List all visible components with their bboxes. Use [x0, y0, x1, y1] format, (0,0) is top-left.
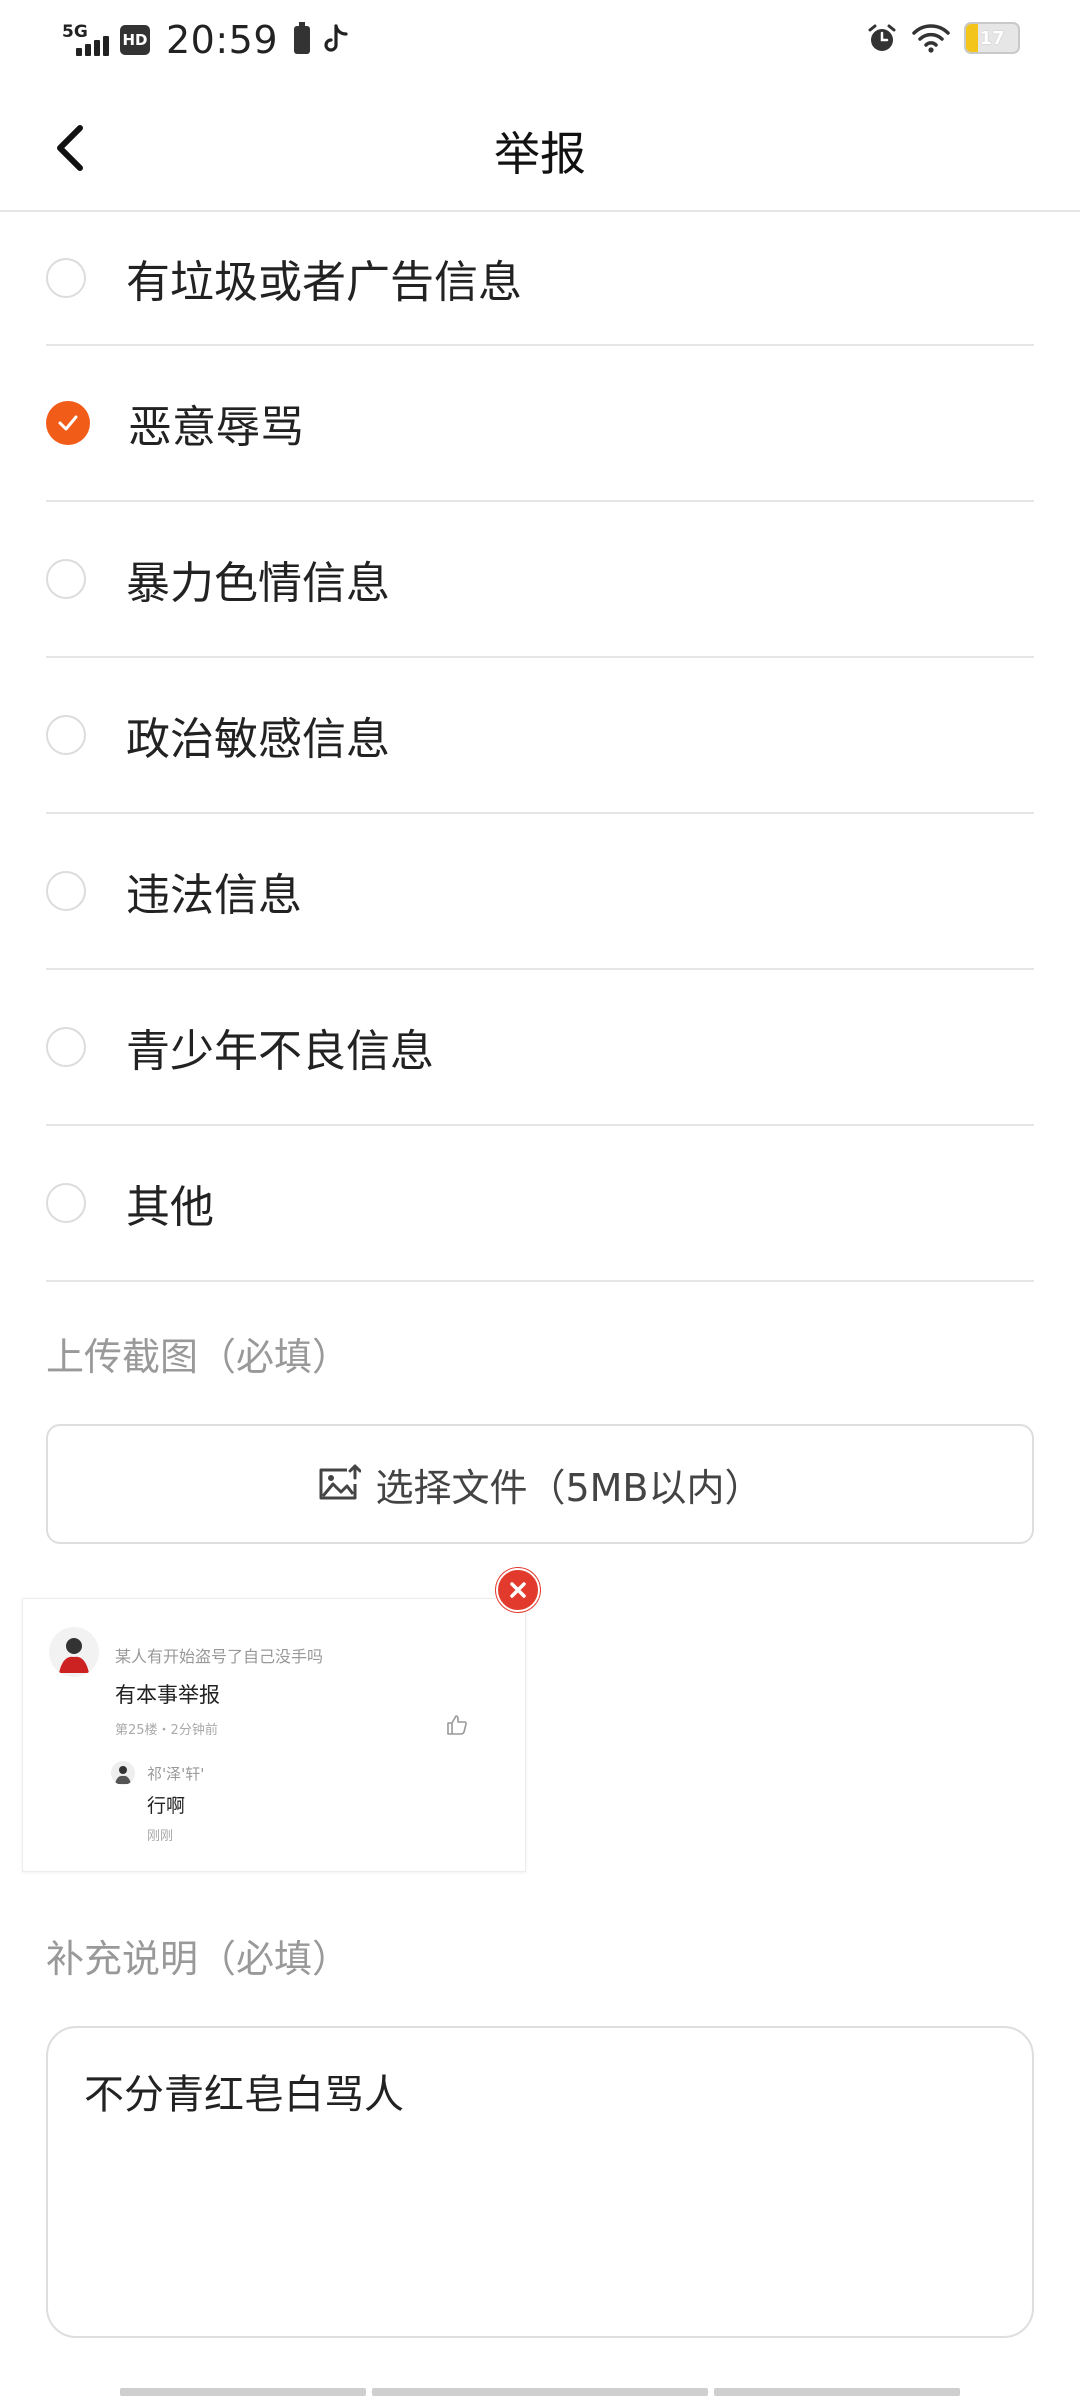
status-bar: 5G HD 20:59 17	[0, 0, 1080, 80]
choose-file-label: 选择文件（5MB以内）	[375, 1465, 763, 1510]
battery-saver-icon	[294, 22, 311, 54]
hd-icon: HD	[120, 25, 150, 55]
reply-user: 祁'泽'轩'	[147, 1765, 205, 1783]
option-minor-harm[interactable]: 青少年不良信息	[46, 970, 1034, 1126]
radio-button[interactable]	[46, 715, 86, 755]
bottom-scroll-indicator	[120, 2388, 960, 2396]
radio-button[interactable]	[46, 871, 86, 911]
radio-button[interactable]	[46, 559, 86, 599]
option-label: 恶意辱骂	[128, 402, 304, 453]
comment-text: 有本事举报	[115, 1683, 220, 1707]
page-title: 举报	[494, 127, 586, 181]
option-label: 有垃圾或者广告信息	[126, 257, 522, 308]
reply-text: 行啊	[147, 1795, 186, 1817]
alarm-icon	[868, 24, 896, 51]
description-input[interactable]: 不分青红皂白骂人	[46, 2026, 1034, 2338]
option-other[interactable]: 其他	[46, 1126, 1034, 1282]
report-reason-list: 有垃圾或者广告信息 恶意辱骂 暴力色情信息 政治敏感信息 违法信息 青少年不良信…	[46, 212, 1034, 1282]
option-label: 政治敏感信息	[126, 714, 390, 765]
radio-button[interactable]	[46, 1027, 86, 1067]
battery-icon: 17	[964, 22, 1020, 54]
upload-section-label: 上传截图（必填）	[46, 1335, 351, 1379]
choose-file-button[interactable]: 选择文件（5MB以内）	[46, 1424, 1034, 1544]
option-label: 违法信息	[126, 870, 302, 921]
uploaded-screenshot[interactable]: 某人有开始盗号了自己没手吗 有本事举报 第25楼・2分钟前 祁'泽'轩' 行啊 …	[22, 1598, 526, 1872]
reply-avatar	[111, 1761, 135, 1785]
tiktok-icon	[324, 24, 348, 52]
status-time: 20:59	[166, 18, 279, 62]
reply-time: 刚刚	[147, 1829, 174, 1844]
wifi-icon	[912, 24, 950, 53]
description-section-label: 补充说明（必填）	[46, 1937, 351, 1981]
remove-screenshot-button[interactable]	[496, 1568, 540, 1612]
comment-meta: 第25楼・2分钟前	[115, 1723, 218, 1738]
option-label: 青少年不良信息	[126, 1026, 434, 1077]
image-upload-icon	[319, 1464, 362, 1500]
radio-button[interactable]	[46, 258, 86, 298]
option-label: 暴力色情信息	[126, 558, 390, 609]
battery-level: 17	[979, 27, 1005, 49]
option-abuse[interactable]: 恶意辱骂	[46, 346, 1034, 502]
comment-parent: 某人有开始盗号了自己没手吗	[115, 1647, 324, 1666]
radio-button[interactable]	[46, 1183, 86, 1223]
avatar	[49, 1627, 99, 1677]
signal-icon: 5G	[62, 20, 110, 60]
option-violence-porn[interactable]: 暴力色情信息	[46, 502, 1034, 658]
option-illegal[interactable]: 违法信息	[46, 814, 1034, 970]
option-spam[interactable]: 有垃圾或者广告信息	[46, 212, 1034, 346]
radio-button-checked[interactable]	[46, 401, 90, 445]
checkmark-icon	[58, 415, 78, 431]
close-icon	[510, 1582, 526, 1598]
like-icon	[447, 1715, 467, 1735]
nav-header: 举报	[0, 80, 1080, 212]
option-label: 其他	[126, 1182, 214, 1233]
option-political[interactable]: 政治敏感信息	[46, 658, 1034, 814]
